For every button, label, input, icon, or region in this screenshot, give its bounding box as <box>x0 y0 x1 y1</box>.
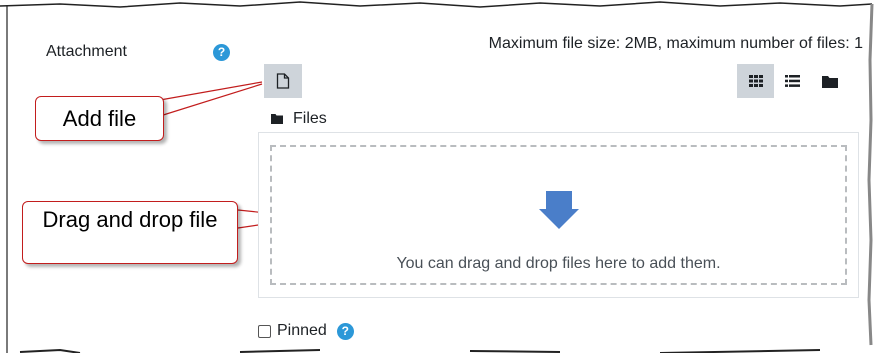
down-arrow-icon <box>539 191 579 229</box>
pinned-checkbox[interactable] <box>258 324 271 338</box>
question-circle-icon[interactable]: ? <box>336 322 354 340</box>
attachment-label: Attachment <box>46 43 127 60</box>
view-icons-button[interactable] <box>737 64 774 98</box>
callout-drag-drop: Drag and drop file <box>22 201 238 264</box>
pinned-field: Pinned ? <box>258 322 354 340</box>
view-list-button[interactable] <box>774 64 811 98</box>
pinned-label: Pinned <box>277 322 327 339</box>
upload-limits-text: Maximum file size: 2MB, maximum number o… <box>488 35 863 52</box>
callout-add-file: Add file <box>35 96 164 141</box>
grid-icon <box>748 75 763 87</box>
add-file-button[interactable] <box>264 64 302 98</box>
folder-icon <box>271 114 283 124</box>
view-mode-toolbar <box>737 64 848 98</box>
callout-add-file-text: Add file <box>62 106 137 131</box>
file-manager-container: You can drag and drop files here to add … <box>258 132 859 298</box>
callout-drag-drop-text: Drag and drop file <box>42 207 218 232</box>
folder-icon <box>821 75 838 88</box>
drop-zone[interactable]: You can drag and drop files here to add … <box>270 145 847 285</box>
question-circle-icon[interactable]: ? <box>213 44 230 61</box>
files-path-label[interactable]: Files <box>293 110 327 128</box>
list-icon <box>785 75 800 87</box>
view-tree-button[interactable] <box>811 64 848 98</box>
file-icon <box>276 73 290 89</box>
drop-zone-text: You can drag and drop files here to add … <box>396 255 721 272</box>
file-path-breadcrumb: Files <box>271 110 327 128</box>
